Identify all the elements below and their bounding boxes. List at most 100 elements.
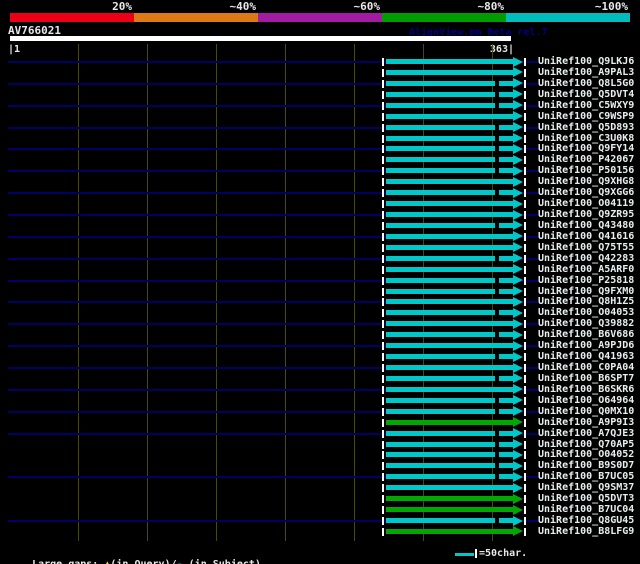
hit-id-label[interactable]: UniRef100_O64964 bbox=[538, 395, 634, 406]
hit-id-label[interactable]: UniRef100_A9PAL3 bbox=[538, 67, 634, 78]
hsp-bar[interactable] bbox=[386, 496, 513, 502]
hsp-bar[interactable] bbox=[386, 332, 513, 338]
gaps-legend-prefix: Large gaps: bbox=[32, 559, 104, 564]
hit-id-label[interactable]: UniRef100_Q75T55 bbox=[538, 242, 634, 253]
hsp-start-tick bbox=[382, 101, 384, 110]
hsp-bar[interactable] bbox=[386, 419, 513, 425]
hit-id-label[interactable]: UniRef100_Q0MX10 bbox=[538, 406, 634, 417]
hit-id-label[interactable]: UniRef100_Q8H1Z5 bbox=[538, 296, 634, 307]
hsp-bar[interactable] bbox=[386, 190, 513, 196]
alignment-row: UniRef100_Q5DVT4 bbox=[0, 89, 640, 100]
hit-id-label[interactable]: UniRef100_O04052 bbox=[538, 449, 634, 460]
hsp-bar[interactable] bbox=[386, 255, 513, 261]
hsp-bar[interactable] bbox=[386, 59, 513, 64]
hsp-bar[interactable] bbox=[386, 441, 513, 447]
hsp-bar[interactable] bbox=[386, 124, 513, 130]
hsp-bar[interactable] bbox=[386, 321, 513, 327]
hsp-bar[interactable] bbox=[386, 397, 513, 403]
hsp-bar[interactable] bbox=[386, 485, 513, 491]
subject-continues-arrowhead-icon bbox=[513, 176, 523, 187]
hit-id-label[interactable]: UniRef100_Q70AP5 bbox=[538, 439, 634, 450]
hit-id-label[interactable]: UniRef100_B8LFG9 bbox=[538, 526, 634, 537]
hsp-bar[interactable] bbox=[386, 277, 513, 283]
hit-id-label[interactable]: UniRef100_B6SKR6 bbox=[538, 384, 634, 395]
hsp-end-tick bbox=[524, 462, 526, 471]
hsp-bar[interactable] bbox=[386, 157, 513, 163]
hit-id-label[interactable]: UniRef100_C0PA04 bbox=[538, 362, 634, 373]
hsp-bar[interactable] bbox=[386, 343, 513, 349]
hsp-bar[interactable] bbox=[386, 69, 513, 75]
subject-continues-arrowhead-icon bbox=[513, 504, 523, 515]
hit-id-label[interactable]: UniRef100_Q5D893 bbox=[538, 122, 634, 133]
hsp-bar[interactable] bbox=[386, 80, 513, 86]
hit-id-label[interactable]: UniRef100_B7UC04 bbox=[538, 504, 634, 515]
hsp-bar[interactable] bbox=[386, 518, 513, 524]
hsp-bar[interactable] bbox=[386, 168, 513, 174]
subject-continues-arrowhead-icon bbox=[513, 296, 523, 307]
hsp-bar[interactable] bbox=[386, 375, 513, 381]
hsp-bar[interactable] bbox=[386, 91, 513, 97]
hsp-bar[interactable] bbox=[386, 266, 513, 272]
hit-id-label[interactable]: UniRef100_O04053 bbox=[538, 307, 634, 318]
hsp-bar[interactable] bbox=[386, 146, 513, 152]
hsp-bar[interactable] bbox=[386, 474, 513, 480]
hit-id-label[interactable]: UniRef100_B6SPT7 bbox=[538, 373, 634, 384]
hsp-bar[interactable] bbox=[386, 113, 513, 119]
hit-id-label[interactable]: UniRef100_C9WSP9 bbox=[538, 111, 634, 122]
hsp-bar[interactable] bbox=[386, 222, 513, 228]
hsp-bar[interactable] bbox=[386, 430, 513, 436]
hit-id-label[interactable]: UniRef100_Q5DVT3 bbox=[538, 493, 634, 504]
hsp-bar[interactable] bbox=[386, 212, 513, 218]
hit-id-label[interactable]: UniRef100_A5ARF0 bbox=[538, 264, 634, 275]
hit-id-label[interactable]: UniRef100_Q9FXM0 bbox=[538, 286, 634, 297]
subject-continues-arrowhead-icon bbox=[513, 428, 523, 439]
hit-id-label[interactable]: UniRef100_A7QJE3 bbox=[538, 428, 634, 439]
hit-id-label[interactable]: UniRef100_Q9LKJ6 bbox=[538, 56, 634, 67]
hit-id-label[interactable]: UniRef100_Q9XGG6 bbox=[538, 187, 634, 198]
hsp-bar[interactable] bbox=[386, 201, 513, 207]
hit-id-label[interactable]: UniRef100_P50156 bbox=[538, 165, 634, 176]
hit-id-label[interactable]: UniRef100_Q8GU45 bbox=[538, 515, 634, 526]
hsp-bar[interactable] bbox=[386, 354, 513, 360]
hsp-bar[interactable] bbox=[386, 102, 513, 108]
hsp-bar[interactable] bbox=[386, 288, 513, 294]
hsp-bar[interactable] bbox=[386, 179, 513, 185]
hit-id-label[interactable]: UniRef100_P25818 bbox=[538, 275, 634, 286]
hit-id-label[interactable]: UniRef100_B6V686 bbox=[538, 329, 634, 340]
hsp-bar[interactable] bbox=[386, 386, 513, 392]
hit-id-label[interactable]: UniRef100_Q9XHG8 bbox=[538, 176, 634, 187]
hsp-bar[interactable] bbox=[386, 463, 513, 469]
hit-id-label[interactable]: UniRef100_Q41616 bbox=[538, 231, 634, 242]
hit-id-label[interactable]: UniRef100_Q43480 bbox=[538, 220, 634, 231]
hit-id-label[interactable]: UniRef100_B7UC05 bbox=[538, 471, 634, 482]
hit-id-label[interactable]: UniRef100_Q42283 bbox=[538, 253, 634, 264]
hsp-bar[interactable] bbox=[386, 233, 513, 239]
subject-continues-arrowhead-icon bbox=[513, 209, 523, 220]
hit-id-label[interactable]: UniRef100_Q9ZR95 bbox=[538, 209, 634, 220]
hsp-bar[interactable] bbox=[386, 310, 513, 316]
alignment-row: UniRef100_P50156 bbox=[0, 165, 640, 176]
hit-id-label[interactable]: UniRef100_P42067 bbox=[538, 154, 634, 165]
hsp-end-tick bbox=[524, 298, 526, 307]
hit-id-label[interactable]: UniRef100_Q39882 bbox=[538, 318, 634, 329]
hsp-bar[interactable] bbox=[386, 528, 513, 534]
hsp-bar[interactable] bbox=[386, 452, 513, 458]
hit-id-label[interactable]: UniRef100_Q8L5G0 bbox=[538, 78, 634, 89]
hsp-bar[interactable] bbox=[386, 299, 513, 305]
hit-id-label[interactable]: UniRef100_C5WXY9 bbox=[538, 100, 634, 111]
hit-id-label[interactable]: UniRef100_O04119 bbox=[538, 198, 634, 209]
hit-id-label[interactable]: UniRef100_A9P9I3 bbox=[538, 417, 634, 428]
hsp-bar[interactable] bbox=[386, 135, 513, 141]
hsp-bar[interactable] bbox=[386, 507, 513, 513]
alignment-row: UniRef100_B9S0D7 bbox=[0, 460, 640, 471]
hsp-bar[interactable] bbox=[386, 408, 513, 414]
hit-id-label[interactable]: UniRef100_B9S0D7 bbox=[538, 460, 634, 471]
hsp-bar[interactable] bbox=[386, 244, 513, 250]
hit-id-label[interactable]: UniRef100_A9PJD6 bbox=[538, 340, 634, 351]
hit-id-label[interactable]: UniRef100_C3U0K8 bbox=[538, 133, 634, 144]
hit-id-label[interactable]: UniRef100_Q9SM37 bbox=[538, 482, 634, 493]
hsp-bar[interactable] bbox=[386, 365, 513, 371]
hit-id-label[interactable]: UniRef100_Q9FY14 bbox=[538, 143, 634, 154]
hit-id-label[interactable]: UniRef100_Q5DVT4 bbox=[538, 89, 634, 100]
hit-id-label[interactable]: UniRef100_Q41963 bbox=[538, 351, 634, 362]
